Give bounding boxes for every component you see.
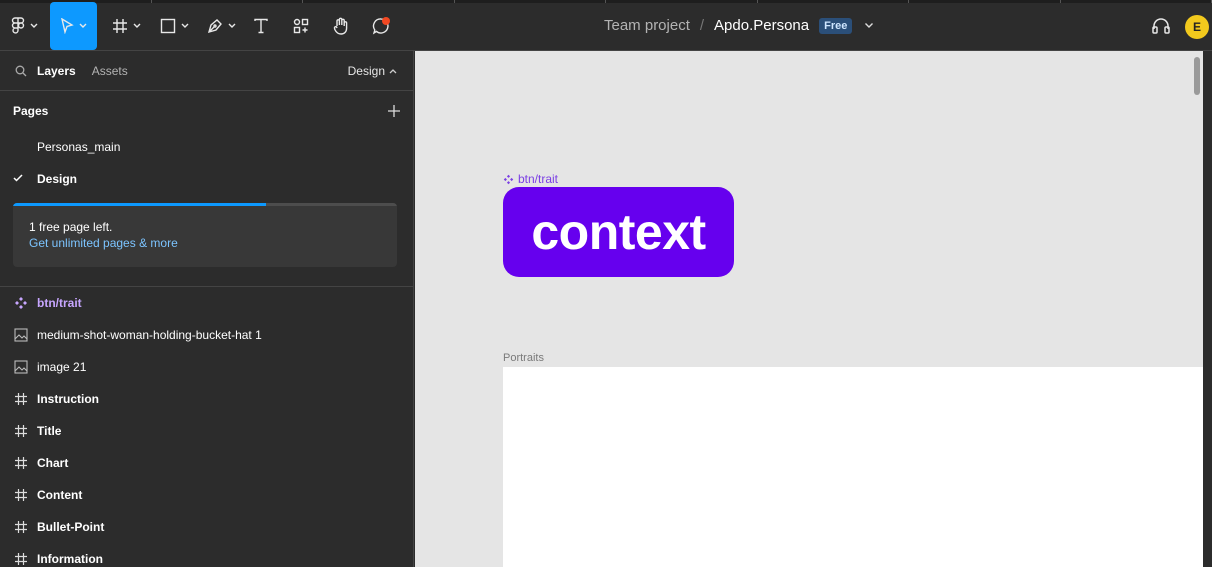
tab-assets[interactable]: Assets bbox=[92, 64, 128, 78]
pages-progress-fill bbox=[13, 203, 267, 206]
headphones-icon[interactable] bbox=[1151, 17, 1171, 35]
panel-tabs: Layers Assets Design bbox=[0, 51, 413, 91]
notification-dot bbox=[382, 17, 390, 25]
plan-badge[interactable]: Free bbox=[819, 17, 853, 34]
layer-label: Bullet-Point bbox=[37, 520, 105, 534]
frame-icon bbox=[15, 553, 27, 565]
rectangle-icon bbox=[160, 18, 175, 34]
vertical-scrollbar[interactable] bbox=[1194, 57, 1200, 95]
layer-item-image[interactable]: image 21 bbox=[0, 351, 413, 383]
pen-icon bbox=[207, 19, 222, 34]
resources-icon bbox=[293, 18, 309, 34]
layer-label: btn/trait bbox=[37, 296, 82, 310]
layer-label: Chart bbox=[37, 456, 69, 470]
layer-label: Instruction bbox=[37, 392, 99, 406]
layer-item-frame[interactable]: Information bbox=[0, 543, 413, 567]
resources-tool-button[interactable] bbox=[290, 8, 312, 44]
layer-item-frame[interactable]: Content bbox=[0, 479, 413, 511]
page-item-design[interactable]: Design bbox=[0, 163, 413, 195]
hand-icon bbox=[333, 17, 348, 35]
toolbar: Team project / Apdo.Persona Free E bbox=[0, 0, 1212, 51]
shape-tool-button[interactable] bbox=[156, 8, 192, 44]
page-item-label: Personas_main bbox=[37, 140, 121, 154]
page-item-label: Design bbox=[37, 172, 78, 186]
chevron-down-icon[interactable] bbox=[864, 22, 874, 29]
file-name[interactable]: Apdo.Persona bbox=[714, 17, 809, 34]
frame-icon bbox=[15, 425, 27, 437]
main-menu-button[interactable] bbox=[8, 8, 40, 44]
upsell-message: 1 free page left. bbox=[29, 220, 113, 234]
left-panel: Layers Assets Design Pages Personas_main… bbox=[0, 51, 414, 567]
chevron-down-icon bbox=[133, 23, 140, 28]
frame-tool-button[interactable] bbox=[108, 8, 144, 44]
frame-icon bbox=[112, 19, 127, 33]
component-icon bbox=[15, 297, 27, 309]
layer-label: Content bbox=[37, 488, 83, 502]
file-title: Team project / Apdo.Persona Free bbox=[604, 0, 874, 51]
component-label[interactable]: btn/trait bbox=[503, 172, 558, 186]
layer-label: image 21 bbox=[37, 360, 87, 374]
layer-label: medium-shot-woman-holding-bucket-hat 1 bbox=[37, 328, 262, 342]
layer-item-frame[interactable]: Instruction bbox=[0, 383, 413, 415]
frame-label[interactable]: Portraits bbox=[503, 352, 544, 364]
component-label-text: btn/trait bbox=[518, 172, 559, 186]
image-icon bbox=[14, 360, 28, 374]
free-pages-upsell: 1 free page left. Get unlimited pages & … bbox=[13, 203, 397, 267]
chevron-down-icon bbox=[79, 23, 87, 28]
breadcrumb-separator: / bbox=[699, 17, 705, 34]
hand-tool-button[interactable] bbox=[330, 8, 352, 44]
tab-layers[interactable]: Layers bbox=[37, 64, 76, 78]
page-item-personas-main[interactable]: Personas_main bbox=[0, 131, 413, 163]
chevron-down-icon bbox=[30, 23, 37, 28]
move-tool-button[interactable] bbox=[50, 2, 97, 50]
project-link[interactable]: Team project bbox=[604, 17, 690, 34]
avatar[interactable]: E bbox=[1185, 15, 1209, 39]
context-component[interactable]: context bbox=[503, 187, 734, 277]
text-tool-button[interactable] bbox=[250, 8, 272, 44]
add-page-icon[interactable] bbox=[388, 105, 400, 117]
figma-logo-icon bbox=[11, 17, 24, 34]
layer-item-frame[interactable]: Bullet-Point bbox=[0, 511, 413, 543]
layers-list: btn/trait medium-shot-woman-holding-buck… bbox=[0, 287, 413, 567]
image-icon bbox=[14, 328, 28, 342]
search-icon[interactable] bbox=[15, 65, 27, 77]
chevron-up-icon bbox=[389, 68, 397, 73]
cursor-icon bbox=[61, 18, 74, 34]
layer-label: Title bbox=[37, 424, 62, 438]
upgrade-link[interactable]: Get unlimited pages & more bbox=[29, 236, 178, 250]
page-switcher[interactable]: Design bbox=[348, 64, 397, 78]
checkmark-icon bbox=[13, 174, 23, 182]
chevron-down-icon bbox=[181, 23, 188, 28]
portraits-frame[interactable] bbox=[503, 367, 1203, 567]
comment-tool-button[interactable] bbox=[368, 8, 394, 44]
layer-item-btn-trait[interactable]: btn/trait bbox=[0, 287, 413, 319]
frame-icon bbox=[15, 521, 27, 533]
pen-tool-button[interactable] bbox=[203, 8, 239, 44]
frame-icon bbox=[15, 393, 27, 405]
layer-item-frame[interactable]: Chart bbox=[0, 447, 413, 479]
pages-heading: Pages bbox=[13, 104, 49, 118]
frame-icon bbox=[15, 457, 27, 469]
layer-label: Information bbox=[37, 552, 103, 566]
page-switcher-label: Design bbox=[347, 63, 385, 78]
canvas[interactable]: btn/trait context Portraits bbox=[415, 51, 1212, 567]
chevron-down-icon bbox=[228, 23, 235, 28]
component-icon bbox=[503, 174, 514, 184]
layer-item-image[interactable]: medium-shot-woman-holding-bucket-hat 1 bbox=[0, 319, 413, 351]
right-panel-edge bbox=[1203, 51, 1212, 567]
pages-header: Pages bbox=[0, 91, 413, 131]
frame-icon bbox=[15, 489, 27, 501]
text-icon bbox=[254, 18, 268, 34]
layer-item-frame[interactable]: Title bbox=[0, 415, 413, 447]
